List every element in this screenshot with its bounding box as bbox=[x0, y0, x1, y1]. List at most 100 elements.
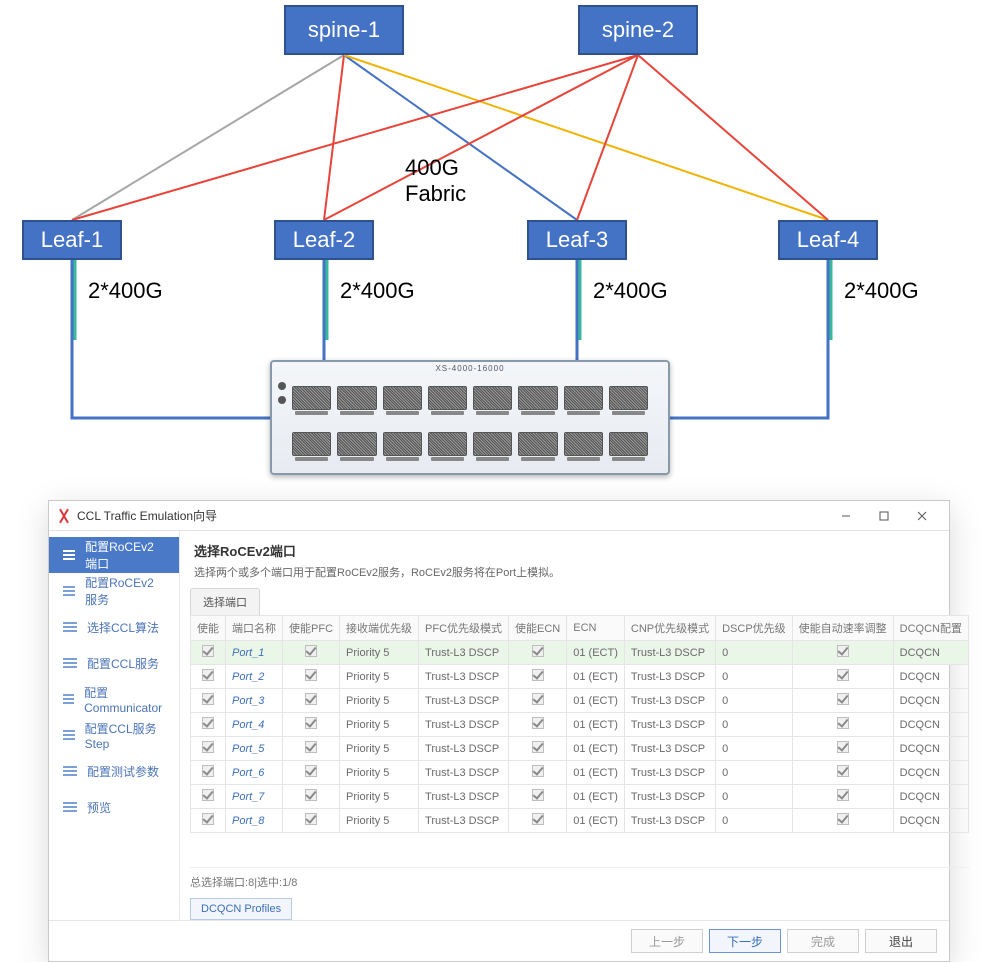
checkbox-icon[interactable] bbox=[305, 741, 317, 753]
checkbox-icon[interactable] bbox=[837, 645, 849, 657]
finish-button[interactable]: 完成 bbox=[787, 929, 859, 953]
rx-priority-cell: Priority 5 bbox=[340, 809, 419, 833]
table-column-header[interactable]: PFC优先级模式 bbox=[419, 616, 509, 641]
close-button[interactable] bbox=[903, 502, 941, 530]
checkbox-icon[interactable] bbox=[305, 669, 317, 681]
checkbox-icon[interactable] bbox=[532, 765, 544, 777]
checkbox-icon[interactable] bbox=[202, 717, 214, 729]
checkbox-icon[interactable] bbox=[532, 813, 544, 825]
exit-button[interactable]: 退出 bbox=[865, 929, 937, 953]
pfc-mode-cell: Trust-L3 DSCP bbox=[419, 785, 509, 809]
node-label: spine-2 bbox=[602, 17, 674, 43]
table-header-row: 使能端口名称使能PFC接收端优先级PFC优先级模式使能ECNECNCNP优先级模… bbox=[191, 616, 969, 641]
checkbox-icon[interactable] bbox=[837, 741, 849, 753]
checkbox-icon[interactable] bbox=[202, 765, 214, 777]
fabric-label: 400G Fabric bbox=[405, 155, 466, 207]
rx-priority-cell: Priority 5 bbox=[340, 761, 419, 785]
node-leaf-4: Leaf-4 bbox=[778, 220, 878, 260]
dcqcn-profiles-button[interactable]: DCQCN Profiles bbox=[190, 898, 292, 920]
table-column-header[interactable]: 使能ECN bbox=[509, 616, 567, 641]
cnp-mode-cell: Trust-L3 DSCP bbox=[624, 689, 715, 713]
maximize-button[interactable] bbox=[865, 502, 903, 530]
table-column-header[interactable]: DCQCN配置 bbox=[893, 616, 968, 641]
checkbox-icon[interactable] bbox=[305, 789, 317, 801]
table-column-header[interactable]: CNP优先级模式 bbox=[624, 616, 715, 641]
cnp-mode-cell: Trust-L3 DSCP bbox=[624, 641, 715, 665]
table-row[interactable]: Port_3Priority 5Trust-L3 DSCP01 (ECT)Tru… bbox=[191, 689, 969, 713]
checkbox-icon[interactable] bbox=[305, 813, 317, 825]
checkbox-icon[interactable] bbox=[202, 789, 214, 801]
hamburger-icon bbox=[63, 586, 75, 596]
device-port bbox=[518, 386, 557, 410]
table-row[interactable]: Port_6Priority 5Trust-L3 DSCP01 (ECT)Tru… bbox=[191, 761, 969, 785]
table-column-header[interactable]: DSCP优先级 bbox=[716, 616, 793, 641]
sidebar-item[interactable]: 配置测试参数 bbox=[49, 753, 179, 789]
node-spine-1: spine-1 bbox=[284, 5, 404, 55]
table-column-header[interactable]: 使能 bbox=[191, 616, 226, 641]
sidebar-item[interactable]: 预览 bbox=[49, 789, 179, 825]
table-row[interactable]: Port_4Priority 5Trust-L3 DSCP01 (ECT)Tru… bbox=[191, 713, 969, 737]
dcqcn-cell: DCQCN bbox=[893, 713, 968, 737]
sidebar-item[interactable]: 配置CCL服务 bbox=[49, 645, 179, 681]
sidebar-item-label: 配置CCL服务Step bbox=[85, 720, 165, 751]
checkbox-icon[interactable] bbox=[202, 693, 214, 705]
tab-select-port[interactable]: 选择端口 bbox=[190, 588, 260, 615]
dscp-cell: 0 bbox=[716, 665, 793, 689]
table-row[interactable]: Port_5Priority 5Trust-L3 DSCP01 (ECT)Tru… bbox=[191, 737, 969, 761]
checkbox-icon[interactable] bbox=[202, 813, 214, 825]
checkbox-icon[interactable] bbox=[202, 669, 214, 681]
checkbox-icon[interactable] bbox=[305, 693, 317, 705]
dcqcn-cell: DCQCN bbox=[893, 737, 968, 761]
checkbox-icon[interactable] bbox=[837, 693, 849, 705]
node-label: Leaf-1 bbox=[41, 227, 103, 253]
device-port bbox=[564, 432, 603, 456]
table-column-header[interactable]: 端口名称 bbox=[226, 616, 283, 641]
table-row[interactable]: Port_2Priority 5Trust-L3 DSCP01 (ECT)Tru… bbox=[191, 665, 969, 689]
sidebar-item[interactable]: 选择CCL算法 bbox=[49, 609, 179, 645]
sidebar-item[interactable]: 配置Communicator bbox=[49, 681, 179, 717]
checkbox-icon[interactable] bbox=[305, 717, 317, 729]
checkbox-icon[interactable] bbox=[532, 741, 544, 753]
rx-priority-cell: Priority 5 bbox=[340, 665, 419, 689]
hamburger-icon bbox=[63, 694, 74, 704]
prev-button[interactable]: 上一步 bbox=[631, 929, 703, 953]
checkbox-icon[interactable] bbox=[202, 645, 214, 657]
table-row[interactable]: Port_1Priority 5Trust-L3 DSCP01 (ECT)Tru… bbox=[191, 641, 969, 665]
sidebar-item[interactable]: 配置RoCEv2端口 bbox=[49, 537, 179, 573]
device-port bbox=[428, 432, 467, 456]
device-model-label: XS-4000-16000 bbox=[272, 364, 668, 373]
app-logo-icon bbox=[57, 509, 71, 523]
checkbox-icon[interactable] bbox=[532, 669, 544, 681]
table-column-header[interactable]: 使能自动速率调整 bbox=[792, 616, 893, 641]
content-subheading: 选择两个或多个端口用于配置RoCEv2服务，RoCEv2服务将在Port上模拟。 bbox=[194, 564, 965, 580]
checkbox-icon[interactable] bbox=[202, 741, 214, 753]
device-port bbox=[609, 386, 648, 410]
dcqcn-cell: DCQCN bbox=[893, 761, 968, 785]
table-column-header[interactable]: 使能PFC bbox=[283, 616, 340, 641]
sidebar-item[interactable]: 配置RoCEv2服务 bbox=[49, 573, 179, 609]
checkbox-icon[interactable] bbox=[837, 789, 849, 801]
checkbox-icon[interactable] bbox=[532, 645, 544, 657]
cnp-mode-cell: Trust-L3 DSCP bbox=[624, 761, 715, 785]
sidebar-item[interactable]: 配置CCL服务Step bbox=[49, 717, 179, 753]
table-row[interactable]: Port_8Priority 5Trust-L3 DSCP01 (ECT)Tru… bbox=[191, 809, 969, 833]
rx-priority-cell: Priority 5 bbox=[340, 785, 419, 809]
table-column-header[interactable]: 接收端优先级 bbox=[340, 616, 419, 641]
checkbox-icon[interactable] bbox=[532, 693, 544, 705]
dialog-titlebar[interactable]: CCL Traffic Emulation向导 bbox=[49, 501, 949, 531]
checkbox-icon[interactable] bbox=[837, 669, 849, 681]
next-button[interactable]: 下一步 bbox=[709, 929, 781, 953]
table-column-header[interactable]: ECN bbox=[567, 616, 625, 641]
device-port bbox=[428, 386, 467, 410]
minimize-button[interactable] bbox=[827, 502, 865, 530]
checkbox-icon[interactable] bbox=[837, 813, 849, 825]
dscp-cell: 0 bbox=[716, 737, 793, 761]
checkbox-icon[interactable] bbox=[532, 717, 544, 729]
checkbox-icon[interactable] bbox=[837, 717, 849, 729]
port-name-cell: Port_3 bbox=[226, 689, 283, 713]
checkbox-icon[interactable] bbox=[532, 789, 544, 801]
checkbox-icon[interactable] bbox=[305, 765, 317, 777]
checkbox-icon[interactable] bbox=[837, 765, 849, 777]
checkbox-icon[interactable] bbox=[305, 645, 317, 657]
table-row[interactable]: Port_7Priority 5Trust-L3 DSCP01 (ECT)Tru… bbox=[191, 785, 969, 809]
